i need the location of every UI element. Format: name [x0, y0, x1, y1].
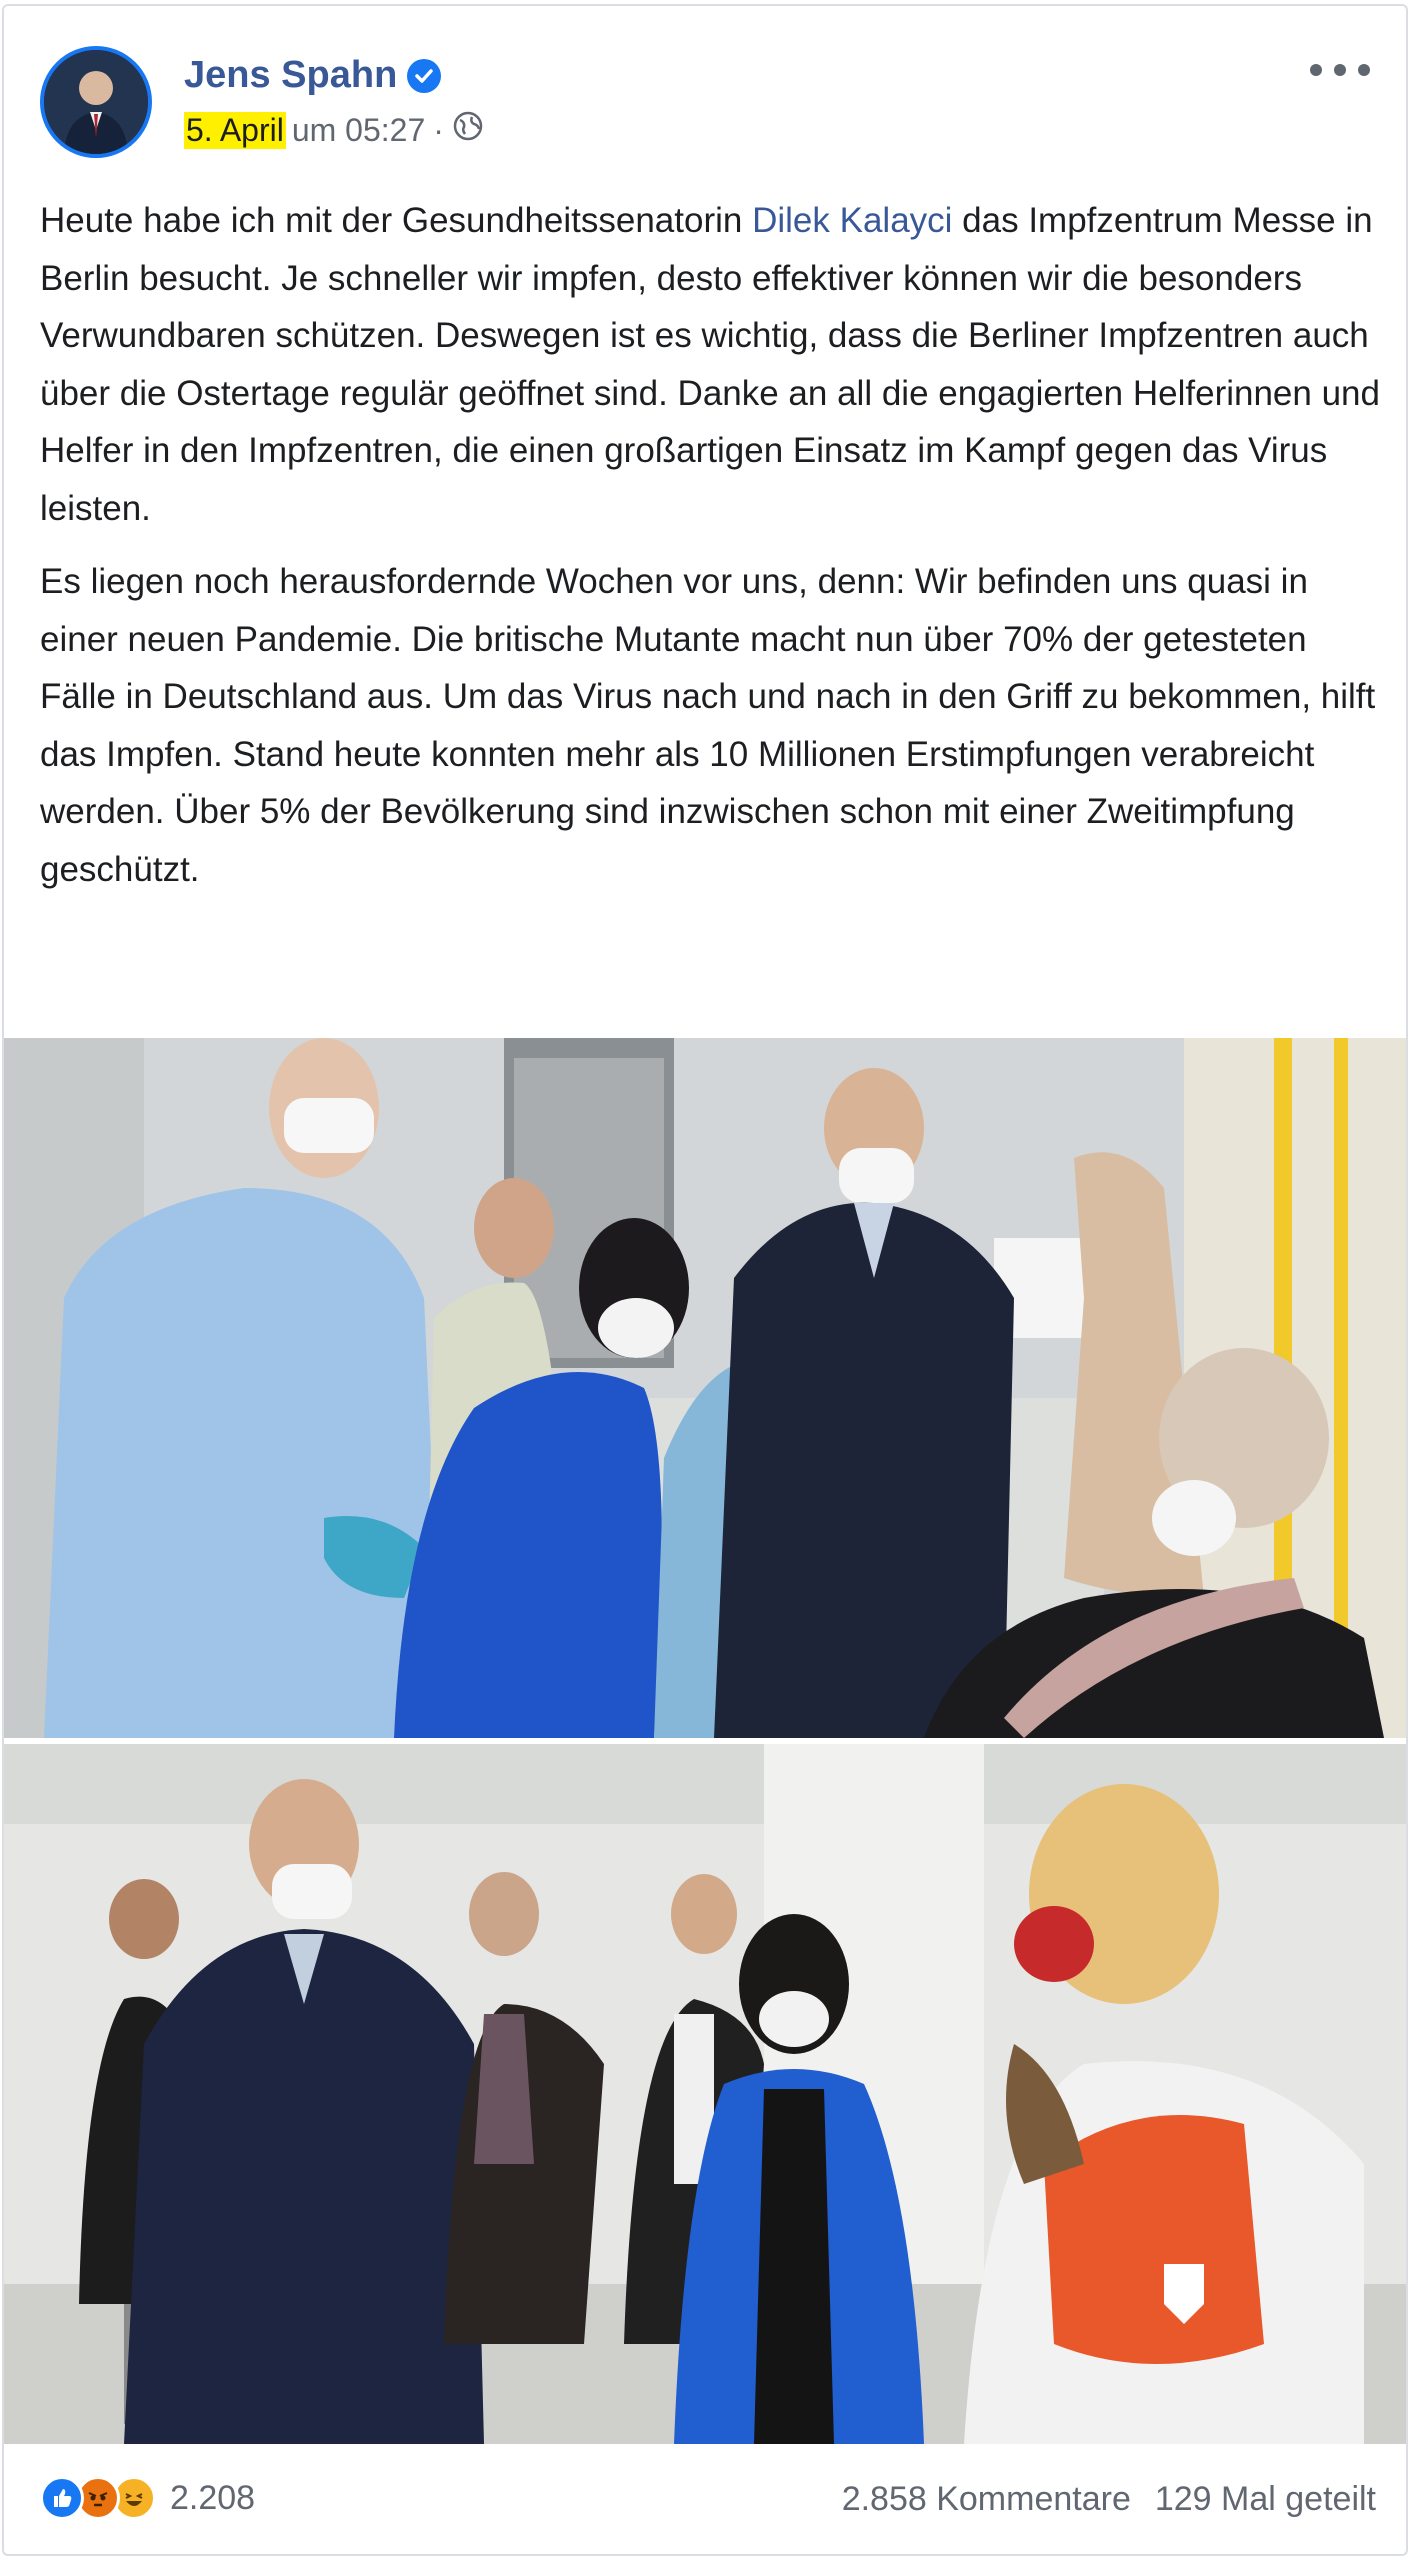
more-options-icon[interactable]: [1310, 60, 1370, 80]
post-text: Heute habe ich mit der Gesundheitssenato…: [40, 192, 1380, 914]
post-footer: 2.208 2.858 Kommentare 129 Mal geteilt: [40, 2476, 1376, 2536]
post-photo-2[interactable]: [4, 1744, 1406, 2444]
post-stats: 2.858 Kommentare 129 Mal geteilt: [842, 2480, 1376, 2519]
reactions-summary[interactable]: 2.208: [40, 2476, 255, 2520]
author-name[interactable]: Jens Spahn: [184, 54, 442, 97]
post-date[interactable]: 5. April: [184, 111, 286, 149]
mention-link[interactable]: Dilek Kalayci: [752, 201, 952, 240]
paragraph-1-start: Heute habe ich mit der Gesundheitssenato…: [40, 201, 753, 240]
like-icon: [40, 2476, 84, 2520]
avatar[interactable]: [40, 46, 152, 158]
post-photo-1[interactable]: [4, 1038, 1406, 1738]
meta-separator: ·: [433, 111, 444, 148]
verified-badge-icon: [407, 58, 442, 93]
shares-count[interactable]: 129 Mal geteilt: [1155, 2480, 1376, 2519]
paragraph-1-end: das Impfzentrum Messe in Berlin besucht.…: [40, 201, 1380, 528]
post-paragraph-1: Heute habe ich mit der Gesundheitssenato…: [40, 192, 1380, 537]
post-header: Jens Spahn 5. April um 05:27 ·: [40, 46, 1370, 166]
reaction-count[interactable]: 2.208: [170, 2479, 255, 2518]
post-paragraph-2: Es liegen noch herausfordernde Wochen vo…: [40, 562, 1376, 889]
author-name-label[interactable]: Jens Spahn: [184, 54, 397, 97]
globe-icon[interactable]: [452, 110, 484, 150]
post-card: Jens Spahn 5. April um 05:27 · Heute hab…: [2, 4, 1408, 2556]
comments-count[interactable]: 2.858 Kommentare: [842, 2480, 1131, 2519]
post-time[interactable]: um 05:27: [292, 112, 425, 149]
post-meta: 5. April um 05:27 ·: [184, 110, 484, 150]
